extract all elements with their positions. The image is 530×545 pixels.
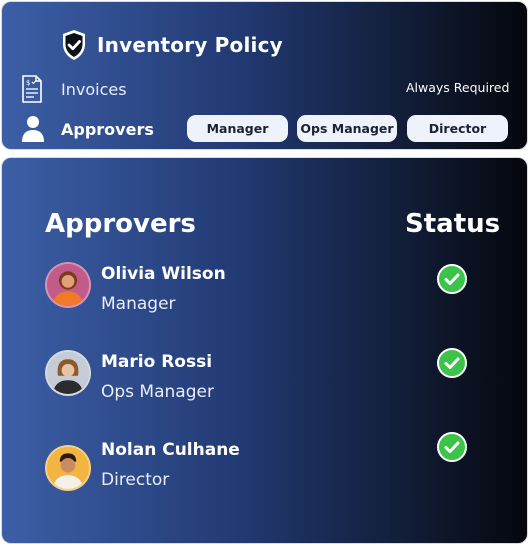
approver-role: Director [101, 470, 170, 490]
approver-chip-director[interactable]: Director [407, 115, 508, 142]
invoice-icon: $ [21, 75, 43, 103]
policy-title: Inventory Policy [97, 33, 283, 57]
approved-check-icon [437, 348, 467, 378]
approver-role: Manager [101, 294, 176, 314]
shield-check-icon [61, 29, 87, 61]
approver-chip-ops-manager[interactable]: Ops Manager [297, 115, 397, 142]
approver-name: Nolan Culhane [101, 440, 240, 460]
approver-name: Mario Rossi [101, 352, 213, 372]
invoices-label: Invoices [61, 80, 127, 99]
approved-check-icon [437, 264, 467, 294]
person-icon [21, 115, 45, 142]
approver-chip-manager[interactable]: Manager [187, 115, 288, 142]
avatar [45, 262, 91, 308]
avatar [45, 350, 91, 396]
approvers-column-header: Approvers [45, 209, 196, 239]
approver-role: Ops Manager [101, 382, 214, 402]
invoices-requirement: Always Required [406, 80, 510, 95]
avatar [45, 445, 91, 491]
status-column-header: Status [405, 209, 501, 239]
approvers-label: Approvers [61, 120, 154, 139]
svg-text:$: $ [26, 79, 30, 87]
approver-name: Olivia Wilson [101, 264, 226, 284]
approved-check-icon [437, 432, 467, 462]
